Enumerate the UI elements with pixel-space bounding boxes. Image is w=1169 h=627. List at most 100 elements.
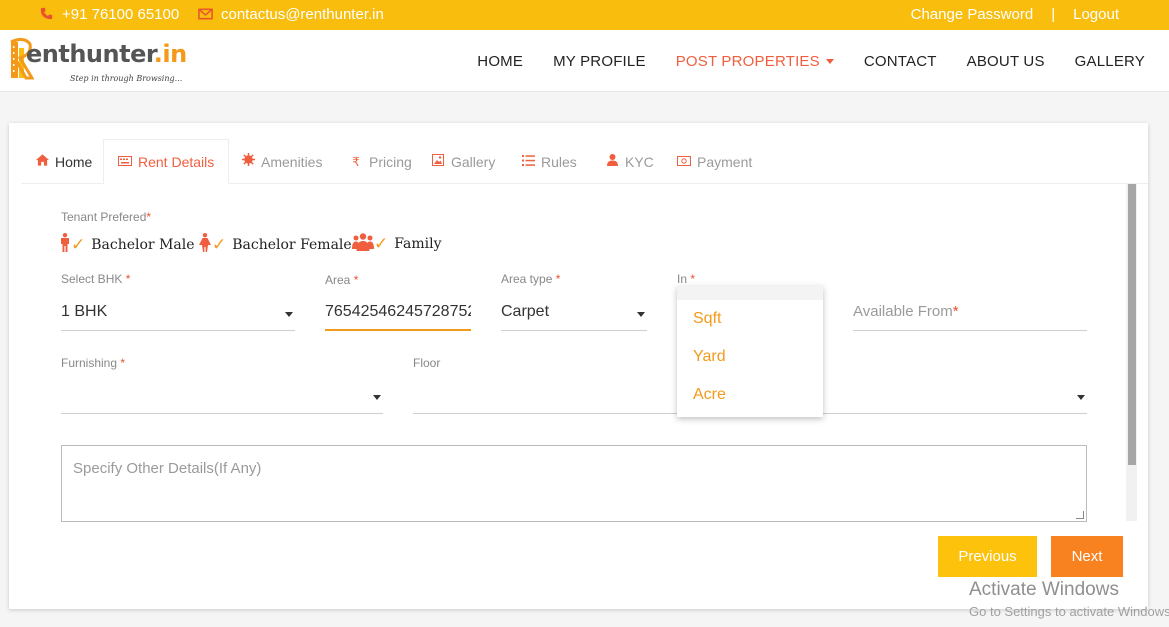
- tenant-preferred-label: Tenant Prefered*: [61, 210, 151, 224]
- logout-link[interactable]: Logout: [1073, 1, 1119, 29]
- dropdown-arrow-icon: [1077, 395, 1085, 400]
- required-marker: *: [952, 303, 959, 320]
- users-icon: [352, 233, 374, 255]
- select-bhk-label-text: Select BHK: [61, 272, 123, 286]
- home-icon: [35, 142, 49, 182]
- unit-option-acre[interactable]: Acre: [677, 376, 823, 414]
- tab-rules[interactable]: Rules: [521, 139, 577, 184]
- male-icon: [59, 233, 71, 256]
- tab-rules-label: Rules: [541, 153, 577, 170]
- image-icon: [431, 142, 445, 182]
- tab-home[interactable]: Home: [35, 139, 92, 184]
- female-icon: [198, 233, 212, 256]
- check-icon: ✓: [212, 234, 227, 255]
- tenant-preferred-label-text: Tenant Prefered: [61, 210, 147, 224]
- required-marker: *: [125, 272, 131, 286]
- unit-option-yard[interactable]: Yard: [677, 338, 823, 376]
- property-form-card: Home Rent Details Amenities ₹ Pricing Ga…: [9, 123, 1148, 609]
- family-label: Family: [394, 236, 442, 252]
- phone-number: +91 76100 65100: [62, 6, 180, 23]
- tab-kyc-label: KYC: [625, 153, 654, 170]
- tenant-option-bachelor-male[interactable]: ✓ Bachelor Male: [59, 233, 195, 256]
- floor-label: Floor: [413, 356, 441, 370]
- dropdown-menu-header: [677, 286, 823, 300]
- tab-kyc[interactable]: KYC: [605, 139, 654, 184]
- dropdown-arrow-icon: [285, 312, 293, 317]
- select-bhk-value: 1 BHK: [61, 303, 108, 320]
- required-marker: *: [120, 356, 126, 370]
- account-links: Change Password | Logout: [911, 0, 1119, 30]
- user-icon: [605, 142, 619, 182]
- tab-payment-label: Payment: [697, 153, 753, 170]
- form-scrollbar[interactable]: [1126, 184, 1137, 521]
- available-from-input[interactable]: Available From*: [853, 297, 1087, 331]
- form-tabs: Home Rent Details Amenities ₹ Pricing Ga…: [21, 139, 1148, 185]
- nav-post-properties[interactable]: POST PROPERTIES: [676, 53, 834, 70]
- required-marker: *: [690, 272, 696, 286]
- available-from-placeholder: Available From*: [853, 303, 959, 320]
- bachelor-male-label: Bachelor Male: [91, 236, 195, 253]
- tab-amenities[interactable]: Amenities: [241, 139, 322, 184]
- tab-gallery-label: Gallery: [451, 153, 496, 170]
- site-header: enthunter.in Step in through Browsing...…: [0, 30, 1169, 92]
- phone-icon: [38, 1, 54, 29]
- tenant-option-bachelor-female[interactable]: ✓ Bachelor Female: [198, 233, 352, 256]
- change-password-link[interactable]: Change Password: [911, 1, 1034, 29]
- tab-rent-details[interactable]: Rent Details: [103, 139, 230, 185]
- nav-contact[interactable]: CONTACT: [864, 53, 937, 70]
- in-label: In *: [677, 272, 695, 286]
- nav-gallery[interactable]: GALLERY: [1075, 53, 1145, 70]
- keyboard-icon: [118, 142, 132, 182]
- required-marker: *: [555, 272, 561, 286]
- check-icon: ✓: [374, 234, 389, 254]
- tab-pricing-label: Pricing: [369, 153, 412, 170]
- area-label-text: Area: [325, 273, 351, 287]
- activate-windows-hint: Go to Settings to activate Windows.: [969, 604, 1169, 619]
- rupee-icon: ₹: [352, 154, 360, 169]
- envelope-icon: [197, 1, 213, 29]
- brand-name: enthunter.in: [26, 40, 187, 68]
- dropdown-arrow-icon: [637, 312, 645, 317]
- link-separator: |: [1051, 6, 1056, 23]
- phone-contact[interactable]: +91 76100 65100: [38, 0, 179, 30]
- caret-down-icon: [825, 59, 834, 65]
- tab-home-label: Home: [55, 153, 93, 170]
- dropdown-arrow-icon: [373, 395, 381, 400]
- scrollbar-thumb[interactable]: [1128, 184, 1136, 465]
- site-logo[interactable]: enthunter.in Step in through Browsing...: [8, 34, 198, 88]
- resize-grip-icon[interactable]: [1076, 511, 1084, 519]
- area-label: Area *: [325, 273, 358, 287]
- select-bhk-dropdown[interactable]: 1 BHK: [61, 297, 295, 331]
- previous-button[interactable]: Previous: [938, 536, 1037, 577]
- nav-home[interactable]: HOME: [477, 53, 523, 70]
- bachelor-female-label: Bachelor Female: [232, 236, 352, 253]
- next-button[interactable]: Next: [1051, 536, 1123, 577]
- available-from-placeholder-text: Available From: [853, 303, 953, 320]
- tab-gallery[interactable]: Gallery: [431, 139, 495, 184]
- area-type-label: Area type *: [501, 272, 560, 286]
- area-type-label-text: Area type: [501, 272, 553, 286]
- in-label-text: In: [677, 272, 688, 286]
- area-value: 7654254624572875265: [325, 303, 471, 320]
- area-type-dropdown[interactable]: Carpet: [501, 297, 647, 331]
- brand-name-prefix: enthunter: [26, 40, 154, 68]
- unit-dropdown-menu: Sqft Yard Acre: [677, 286, 823, 417]
- other-details-textarea[interactable]: Specify Other Details(If Any): [61, 445, 1087, 522]
- furnishing-dropdown[interactable]: [61, 380, 383, 414]
- email-address: contactus@renthunter.in: [221, 6, 384, 23]
- unit-option-sqft[interactable]: Sqft: [677, 300, 823, 338]
- required-marker: *: [146, 210, 152, 224]
- email-contact[interactable]: contactus@renthunter.in: [197, 0, 384, 30]
- list-icon: [521, 142, 535, 182]
- tab-amenities-label: Amenities: [261, 153, 323, 170]
- area-input[interactable]: 7654254624572875265: [325, 297, 471, 331]
- nav-my-profile[interactable]: MY PROFILE: [553, 53, 646, 70]
- tab-payment[interactable]: Payment: [677, 139, 752, 184]
- main-navigation: HOME MY PROFILE POST PROPERTIES CONTACT …: [477, 30, 1169, 92]
- tenant-option-family[interactable]: ✓ Family: [352, 233, 442, 255]
- tab-pricing[interactable]: ₹ Pricing: [349, 139, 412, 184]
- nav-about-us[interactable]: ABOUT US: [967, 53, 1045, 70]
- money-icon: [677, 142, 691, 182]
- brand-name-suffix: .in: [153, 40, 187, 68]
- furnishing-label-text: Furnishing: [61, 356, 118, 370]
